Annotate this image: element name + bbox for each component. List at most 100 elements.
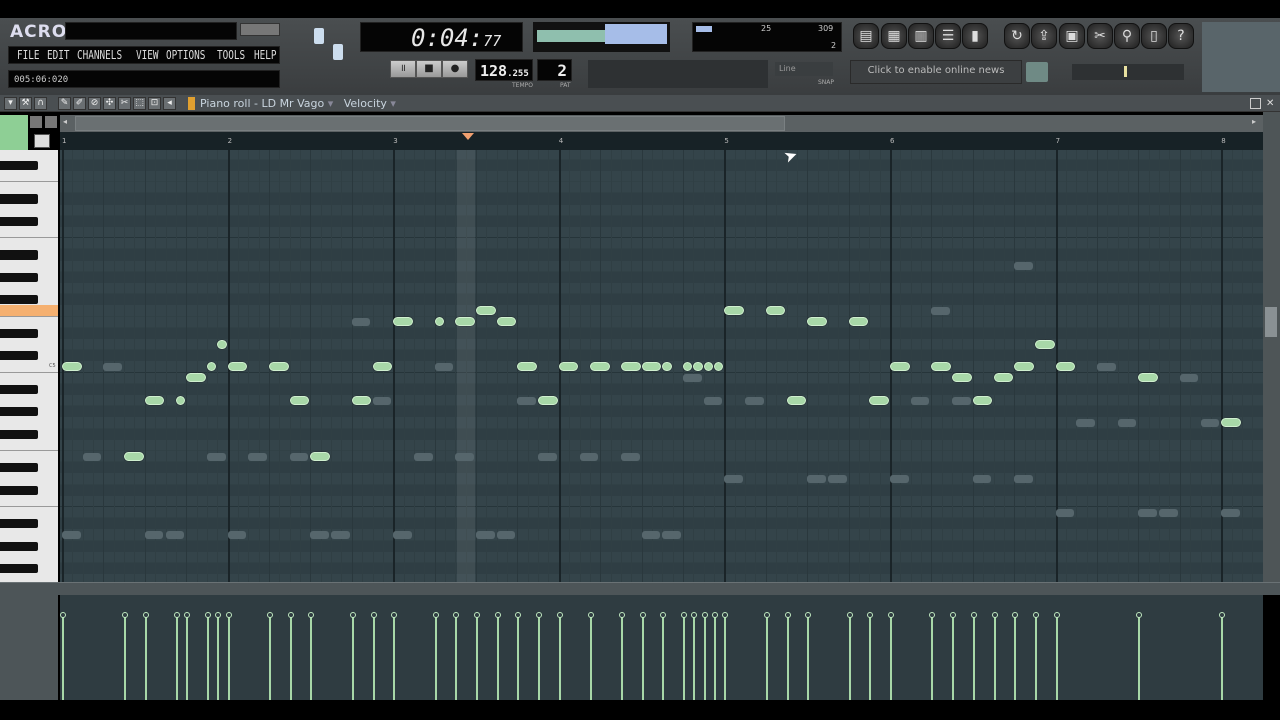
ghost-note[interactable]	[165, 531, 185, 539]
ghost-note[interactable]	[289, 452, 309, 461]
ghost-note[interactable]	[310, 531, 330, 539]
ghost-note[interactable]	[1159, 508, 1178, 517]
ghost-note[interactable]	[351, 318, 371, 327]
ghost-note[interactable]	[62, 531, 81, 539]
master-slider-handle[interactable]	[1124, 66, 1127, 77]
note[interactable]	[62, 362, 82, 371]
note[interactable]	[476, 306, 496, 315]
ghost-note[interactable]	[641, 531, 661, 539]
note[interactable]	[1055, 362, 1076, 371]
help-icon[interactable]: ?	[1168, 23, 1194, 49]
ghost-note[interactable]	[1200, 419, 1220, 427]
note[interactable]	[351, 395, 372, 405]
ghost-note[interactable]	[579, 452, 599, 461]
note[interactable]	[289, 395, 310, 405]
note[interactable]	[993, 373, 1014, 383]
note[interactable]	[693, 362, 703, 371]
ghost-note[interactable]	[82, 452, 102, 461]
ghost-note[interactable]	[1076, 419, 1095, 427]
ghost-note[interactable]	[745, 396, 764, 405]
note[interactable]	[869, 395, 889, 405]
note[interactable]	[558, 362, 579, 371]
note[interactable]	[310, 451, 331, 461]
ghost-note[interactable]	[1221, 508, 1240, 517]
select-tool-icon[interactable]: ⬚	[133, 97, 146, 110]
note[interactable]	[589, 362, 610, 371]
ghost-note[interactable]	[476, 531, 495, 539]
ghost-note[interactable]	[144, 531, 164, 539]
menu-file[interactable]: FILE	[17, 48, 40, 62]
ghost-note[interactable]	[931, 307, 951, 315]
note[interactable]	[890, 362, 910, 371]
note-grid[interactable]	[60, 150, 1263, 582]
ghost-note[interactable]	[620, 452, 640, 461]
ghost-note[interactable]	[807, 475, 826, 483]
window-controls[interactable]	[240, 23, 280, 36]
target-selector[interactable]: Velocity	[344, 97, 387, 110]
ghost-note[interactable]	[1014, 475, 1033, 483]
vertical-scroll-thumb[interactable]	[1265, 307, 1277, 337]
stop-button[interactable]: ■	[416, 60, 442, 78]
note[interactable]	[393, 317, 413, 327]
menu-edit[interactable]: EDIT	[47, 48, 70, 62]
cut-icon[interactable]: ✂	[1087, 23, 1113, 49]
ghost-note[interactable]	[206, 452, 226, 461]
note[interactable]	[227, 362, 248, 371]
close-icon[interactable]: ✕	[1266, 98, 1274, 109]
browser-icon[interactable]: ☰	[935, 23, 961, 49]
microphone-icon[interactable]: ⚲	[1114, 23, 1140, 49]
note[interactable]	[496, 317, 517, 327]
ghost-note[interactable]	[910, 396, 930, 405]
zoom-tool-icon[interactable]: ⊡	[148, 97, 161, 110]
delete-tool-icon[interactable]: ⊘	[88, 97, 101, 110]
menu-tools[interactable]: TOOLS	[217, 48, 245, 62]
pause-button[interactable]: ॥	[390, 60, 416, 78]
online-news-button[interactable]: Click to enable online news	[850, 60, 1022, 84]
ghost-note[interactable]	[827, 475, 847, 483]
piano-keyboard[interactable]: C5	[0, 150, 58, 582]
ghost-note[interactable]	[496, 531, 516, 539]
ghost-note[interactable]	[1097, 363, 1116, 371]
event-editor-divider[interactable]	[0, 582, 1280, 595]
slice-tool-icon[interactable]: ✂	[118, 97, 131, 110]
wrench-icon[interactable]: ⚒	[19, 97, 32, 110]
note[interactable]	[952, 373, 972, 383]
menu-arrow-icon[interactable]: ▾	[4, 97, 17, 110]
menu-channels[interactable]: CHANNELS	[77, 48, 122, 62]
ghost-note[interactable]	[952, 396, 971, 405]
keyboard-view-icon[interactable]	[34, 134, 50, 148]
note[interactable]	[662, 362, 672, 371]
pencil-tool-icon[interactable]: ✎	[58, 97, 71, 110]
ghost-note[interactable]	[1138, 508, 1158, 517]
ghost-note[interactable]	[724, 475, 744, 483]
ghost-note[interactable]	[434, 363, 454, 371]
ghost-note[interactable]	[890, 475, 909, 483]
menu-help[interactable]: HELP	[254, 48, 277, 62]
step-sequencer-icon[interactable]: ▦	[881, 23, 907, 49]
news-download-icon[interactable]	[1026, 62, 1048, 82]
note[interactable]	[517, 362, 538, 371]
ghost-note[interactable]	[972, 475, 992, 483]
note[interactable]	[455, 317, 475, 327]
note[interactable]	[641, 362, 662, 371]
vertical-scrollbar[interactable]	[1263, 112, 1280, 582]
magnet-icon[interactable]: ∩	[34, 97, 47, 110]
export-icon[interactable]: ⇪	[1031, 23, 1057, 49]
note[interactable]	[972, 395, 993, 405]
note[interactable]	[1138, 373, 1159, 383]
mute-tool-icon[interactable]: ✣	[103, 97, 116, 110]
note[interactable]	[848, 317, 869, 327]
master-slider-track[interactable]	[1072, 64, 1184, 80]
ghost-note[interactable]	[455, 452, 474, 461]
note[interactable]	[1034, 339, 1055, 349]
playback-tool-icon[interactable]: ◂	[163, 97, 176, 110]
pattern-display[interactable]: 2	[537, 59, 572, 81]
note[interactable]	[620, 362, 641, 371]
note[interactable]	[1014, 362, 1034, 371]
ghost-note[interactable]	[517, 396, 537, 405]
playlist-icon[interactable]: ▤	[853, 23, 879, 49]
note[interactable]	[1221, 418, 1241, 427]
note[interactable]	[372, 362, 393, 371]
piano-roll-icon[interactable]: ▥	[908, 23, 934, 49]
refresh-icon[interactable]: ↻	[1004, 23, 1030, 49]
